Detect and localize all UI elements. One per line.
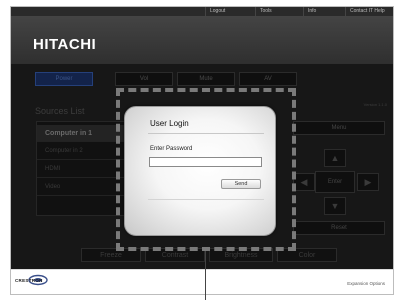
source-item-video[interactable]: Video xyxy=(37,179,125,196)
dialog-divider-bottom xyxy=(148,199,264,200)
av-mute-button[interactable]: AV xyxy=(239,72,297,86)
mute-button[interactable]: Mute xyxy=(177,72,235,86)
navigation-controls: Menu ▲ ◀ Enter ▶ ▼ Reset xyxy=(293,121,385,236)
source-item-hdmi[interactable]: HDMI xyxy=(37,161,125,178)
version-label: Version 1.1.0 xyxy=(363,102,387,107)
dialog-title: User Login xyxy=(150,119,189,128)
info-link[interactable]: Info xyxy=(303,7,320,16)
right-arrow-button[interactable]: ▶ xyxy=(357,173,379,191)
down-arrow-button[interactable]: ▼ xyxy=(324,197,346,215)
password-input[interactable] xyxy=(149,157,262,167)
power-button[interactable]: Power xyxy=(35,72,93,86)
send-button[interactable]: Send xyxy=(221,179,261,189)
crestron-logo-text: CRESTRON xyxy=(15,278,43,283)
top-navigation: Logout Tools Info Contact IT Help xyxy=(11,7,393,16)
source-item-computer-in-2[interactable]: Computer in 2 xyxy=(37,143,125,160)
header: HITACHI xyxy=(11,16,393,64)
callout-pointer-line xyxy=(205,251,206,300)
contact-it-help-link[interactable]: Contact IT Help xyxy=(345,7,389,16)
password-label: Enter Password xyxy=(150,146,193,152)
left-arrow-button[interactable]: ◀ xyxy=(293,173,315,191)
menu-button[interactable]: Menu xyxy=(293,121,385,135)
user-login-dialog: User Login xyxy=(124,106,276,236)
dialog-divider xyxy=(148,133,264,134)
reset-button[interactable]: Reset xyxy=(293,221,385,235)
footer: CRESTRON Expansion Options xyxy=(11,269,393,294)
expansion-options-link[interactable]: Expansion Options xyxy=(347,281,385,286)
volume-button[interactable]: Vol xyxy=(115,72,173,86)
logout-link[interactable]: Logout xyxy=(205,7,229,16)
sources-list: Computer in 1 Computer in 2 HDMI Video xyxy=(36,121,126,216)
tools-link[interactable]: Tools xyxy=(255,7,276,16)
up-arrow-button[interactable]: ▲ xyxy=(324,149,346,167)
source-item-computer-in-1[interactable]: Computer in 1 xyxy=(37,125,125,142)
enter-button[interactable]: Enter xyxy=(315,171,355,193)
brand-logo: HITACHI xyxy=(33,36,97,53)
top-control-row: Power Vol Mute AV xyxy=(11,72,393,88)
sources-list-title: Sources List xyxy=(35,106,85,116)
